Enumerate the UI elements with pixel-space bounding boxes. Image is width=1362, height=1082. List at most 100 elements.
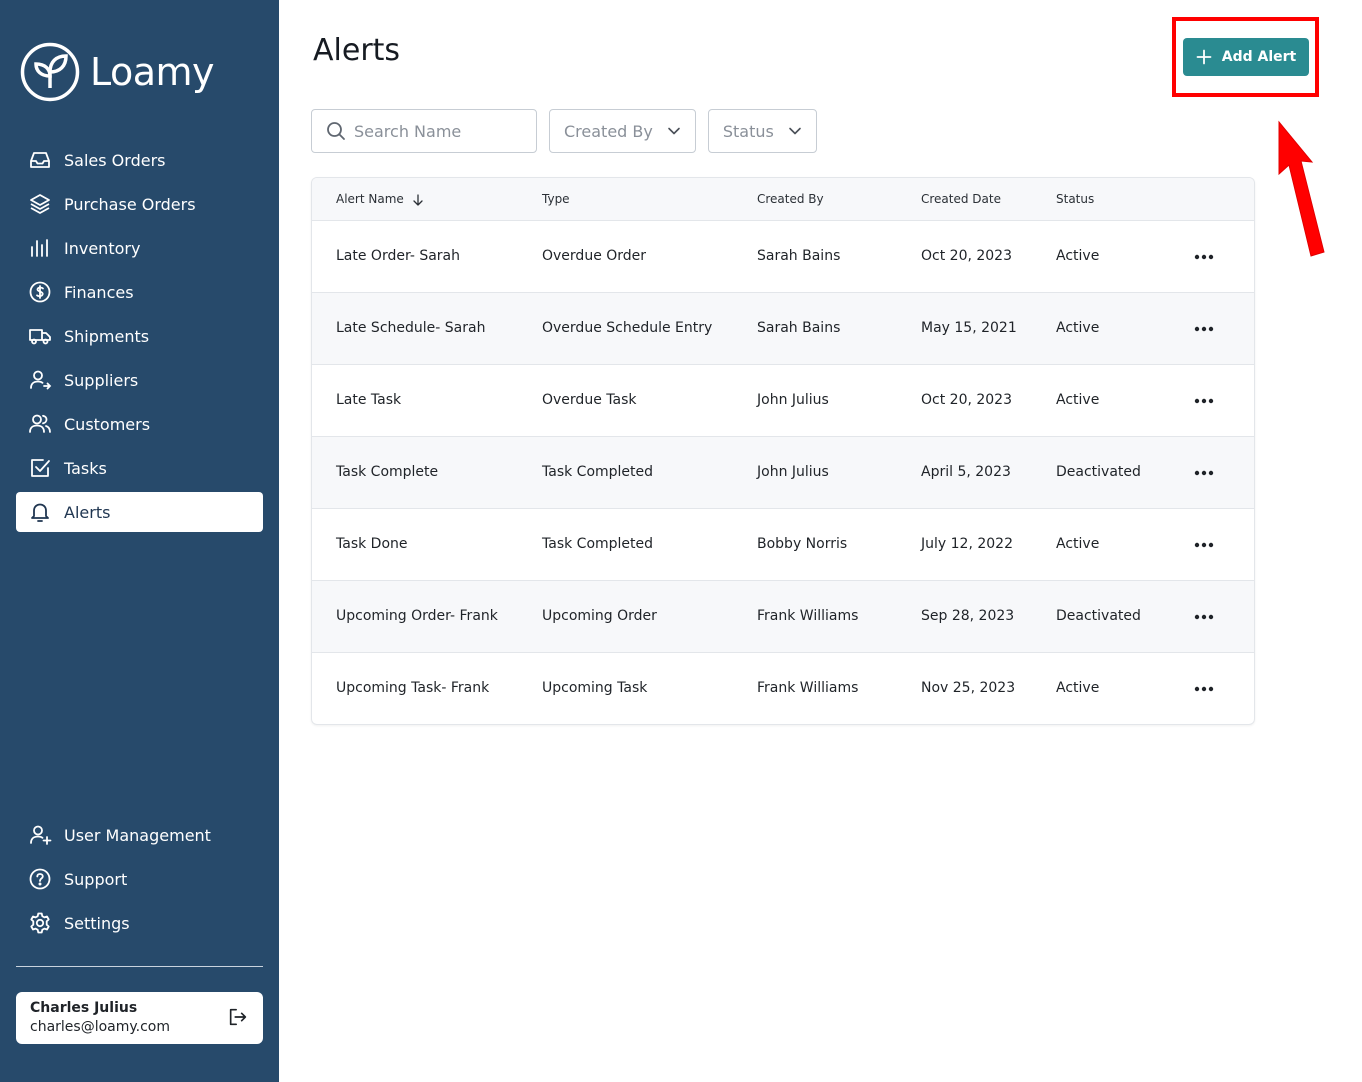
cell-created-date: Oct 20, 2023 xyxy=(921,392,1012,408)
sidebar-item-alerts[interactable]: Alerts xyxy=(16,492,263,532)
user-plus-icon xyxy=(28,823,52,847)
cell-created-by: Frank Williams xyxy=(757,680,859,696)
more-options-icon[interactable] xyxy=(1192,317,1216,341)
status-dropdown[interactable]: Status xyxy=(707,109,817,153)
leaf-logo-icon xyxy=(20,42,80,102)
sort-down-icon xyxy=(412,193,424,206)
search-icon xyxy=(327,122,345,140)
created-by-dropdown[interactable]: Created By xyxy=(549,109,696,153)
chevron-down-icon xyxy=(788,124,802,138)
sidebar-item-customers[interactable]: Customers xyxy=(16,404,263,444)
sidebar-item-shipments[interactable]: Shipments xyxy=(16,316,263,356)
search-input[interactable] xyxy=(354,121,524,141)
table-row[interactable]: Late Order- Sarah Overdue Order Sarah Ba… xyxy=(312,221,1254,293)
brand-logo[interactable]: Loamy xyxy=(20,41,215,103)
users-icon xyxy=(28,412,52,436)
dollar-circle-icon xyxy=(28,280,52,304)
sidebar-item-label: Customers xyxy=(64,414,151,434)
sidebar-item-tasks[interactable]: Tasks xyxy=(16,448,263,488)
table-body: Late Order- Sarah Overdue Order Sarah Ba… xyxy=(312,221,1254,724)
user-card: Charles Julius charles@loamy.com xyxy=(16,992,263,1044)
user-arrow-icon xyxy=(28,368,52,392)
sidebar-item-purchase-orders[interactable]: Purchase Orders xyxy=(16,184,263,224)
sidebar-item-suppliers[interactable]: Suppliers xyxy=(16,360,263,400)
cell-status: Active xyxy=(1056,248,1100,264)
more-options-icon[interactable] xyxy=(1192,461,1216,485)
table-header: Alert Name Type Created By Created Date … xyxy=(312,178,1254,221)
user-name: Charles Julius xyxy=(30,1000,138,1016)
cell-type: Task Completed xyxy=(542,536,654,552)
layers-icon xyxy=(28,192,52,216)
table-row[interactable]: Upcoming Task- Frank Upcoming Task Frank… xyxy=(312,653,1254,724)
cell-status: Active xyxy=(1056,680,1100,696)
created-by-label: Created By xyxy=(564,121,653,141)
table-row[interactable]: Late Task Overdue Task John Julius Oct 2… xyxy=(312,365,1254,437)
cell-created-by: Sarah Bains xyxy=(757,320,841,336)
sidebar-item-sales-orders[interactable]: Sales Orders xyxy=(16,140,263,180)
more-options-icon[interactable] xyxy=(1192,533,1216,557)
column-header-created-date[interactable]: Created Date xyxy=(921,192,1001,206)
cell-status: Deactivated xyxy=(1056,464,1141,480)
checkbox-icon xyxy=(28,456,52,480)
inbox-icon xyxy=(28,148,52,172)
cell-status: Deactivated xyxy=(1056,608,1141,624)
cell-alert-name: Upcoming Task- Frank xyxy=(336,680,490,696)
sidebar-item-settings[interactable]: Settings xyxy=(16,903,263,943)
sidebar-item-label: Suppliers xyxy=(64,370,139,390)
cell-created-date: Sep 28, 2023 xyxy=(921,608,1015,624)
sidebar-item-label: Alerts xyxy=(64,502,111,522)
column-header-status[interactable]: Status xyxy=(1056,192,1094,206)
sidebar: Loamy Sales Orders Purchase Orders Inven… xyxy=(0,0,279,1082)
table-row[interactable]: Late Schedule- Sarah Overdue Schedule En… xyxy=(312,293,1254,365)
sidebar-item-label: Sales Orders xyxy=(64,150,166,170)
table-row[interactable]: Task Complete Task Completed John Julius… xyxy=(312,437,1254,509)
cell-created-date: April 5, 2023 xyxy=(921,464,1011,480)
more-options-icon[interactable] xyxy=(1192,605,1216,629)
sidebar-item-support[interactable]: Support xyxy=(16,859,263,899)
table-row[interactable]: Task Done Task Completed Bobby Norris Ju… xyxy=(312,509,1254,581)
highlight-box xyxy=(1172,17,1319,97)
table-row[interactable]: Upcoming Order- Frank Upcoming Order Fra… xyxy=(312,581,1254,653)
alerts-table: Alert Name Type Created By Created Date … xyxy=(311,177,1255,725)
sidebar-item-finances[interactable]: Finances xyxy=(16,272,263,312)
more-options-icon[interactable] xyxy=(1192,389,1216,413)
cell-created-date: July 12, 2022 xyxy=(921,536,1013,552)
column-header-alert-name[interactable]: Alert Name xyxy=(336,192,424,206)
cell-alert-name: Late Order- Sarah xyxy=(336,248,460,264)
cell-alert-name: Upcoming Order- Frank xyxy=(336,608,498,624)
sidebar-item-label: Support xyxy=(64,869,128,889)
cell-type: Overdue Task xyxy=(542,392,637,408)
sidebar-item-label: Shipments xyxy=(64,326,150,346)
cell-alert-name: Late Schedule- Sarah xyxy=(336,320,486,336)
sidebar-item-label: Tasks xyxy=(64,458,107,478)
cell-type: Overdue Schedule Entry xyxy=(542,320,713,336)
truck-icon xyxy=(28,324,52,348)
cell-created-by: John Julius xyxy=(757,392,829,408)
column-header-type[interactable]: Type xyxy=(542,192,570,206)
cell-created-date: Oct 20, 2023 xyxy=(921,248,1012,264)
cell-type: Overdue Order xyxy=(542,248,647,264)
logout-icon[interactable] xyxy=(227,1006,249,1028)
bar-chart-icon xyxy=(28,236,52,260)
cell-created-by: Bobby Norris xyxy=(757,536,848,552)
column-header-created-by[interactable]: Created By xyxy=(757,192,824,206)
page-title: Alerts xyxy=(313,33,401,68)
sidebar-item-inventory[interactable]: Inventory xyxy=(16,228,263,268)
help-circle-icon xyxy=(28,867,52,891)
chevron-down-icon xyxy=(667,124,681,138)
sidebar-item-label: User Management xyxy=(64,825,211,845)
bell-icon xyxy=(28,500,52,524)
cell-created-by: John Julius xyxy=(757,464,829,480)
cell-created-date: May 15, 2021 xyxy=(921,320,1017,336)
sidebar-divider xyxy=(16,966,263,967)
cell-status: Active xyxy=(1056,320,1100,336)
cell-type: Upcoming Order xyxy=(542,608,657,624)
sidebar-item-label: Purchase Orders xyxy=(64,194,196,214)
more-options-icon[interactable] xyxy=(1192,245,1216,269)
brand-name: Loamy xyxy=(90,50,215,94)
more-options-icon[interactable] xyxy=(1192,677,1216,701)
cell-type: Upcoming Task xyxy=(542,680,648,696)
sidebar-item-user-management[interactable]: User Management xyxy=(16,815,263,855)
main-nav: Sales Orders Purchase Orders Inventory F… xyxy=(16,140,263,536)
search-box xyxy=(311,109,537,153)
